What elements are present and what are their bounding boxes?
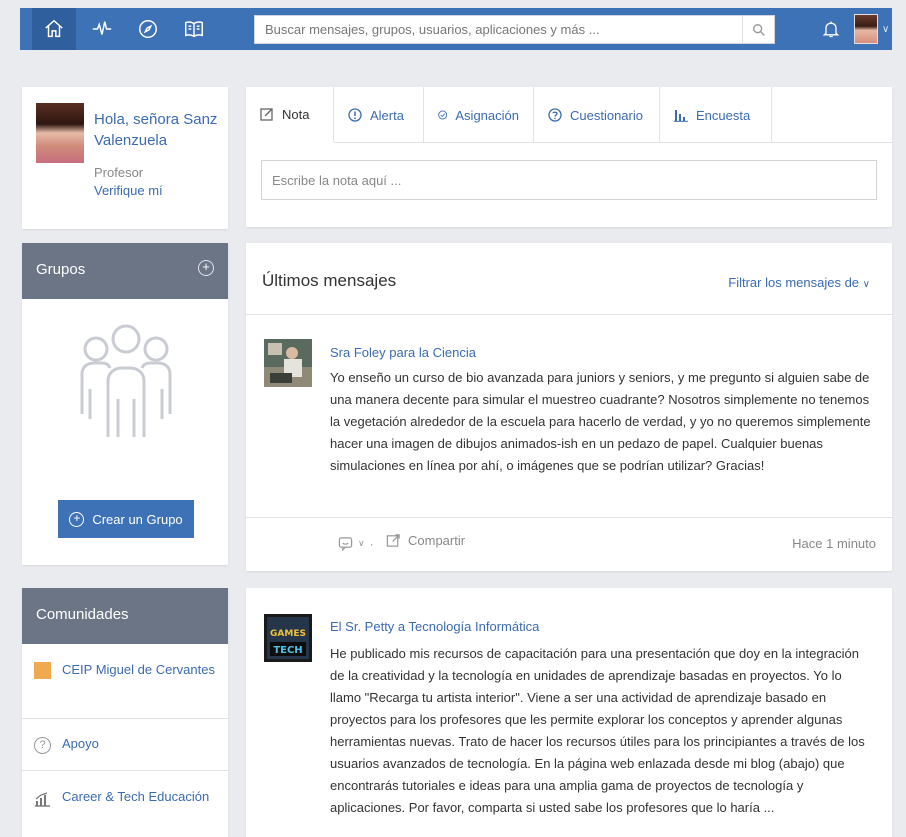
tab-label: Nota [282,106,310,122]
feed-card: Últimos mensajes Filtrar los mensajes de… [246,243,892,571]
profile-card: Hola, señora Sanz Valenzuela Profesor Ve… [22,87,228,229]
community-item-career[interactable]: Career & Tech Educación [22,771,228,837]
add-group-icon[interactable]: + [198,260,214,276]
profile-greeting[interactable]: Hola, señora Sanz Valenzuela [94,109,224,151]
groups-header: Grupos + [22,243,228,299]
share-label: Compartir [408,533,466,548]
verify-link[interactable]: Verifique mí [94,183,163,198]
tab-nota[interactable]: Nota [246,87,334,143]
avatar [854,14,878,44]
groups-card: Grupos + + Crear un Grupo [22,243,228,565]
post-item: GAMES TECH El Sr. Petty a Tecnología Inf… [246,588,892,837]
tab-label: Encuesta [696,107,751,123]
chart-icon [35,792,50,807]
poll-icon [674,110,688,122]
nav-bar: ∨ [20,8,892,50]
chevron-down-icon: ∨ [862,279,870,290]
chevron-down-icon: ∨ [358,538,365,548]
tab-alerta[interactable]: Alerta [334,87,424,143]
top-bar: ∨ [0,0,906,66]
user-menu[interactable]: ∨ [854,13,892,45]
post-composer: Nota Alerta Asignación Cuestionario Encu… [246,87,892,227]
tab-cuestionario[interactable]: Cuestionario [534,87,660,143]
share-button[interactable]: Compartir [386,533,465,548]
post-timestamp: Hace 1 minuto [792,536,876,551]
composer-tabs: Nota Alerta Asignación Cuestionario Encu… [246,87,892,143]
svg-text:TECH: TECH [273,645,302,656]
quiz-icon [548,108,562,122]
feed-filter-label: Filtrar los mensajes de [728,275,860,290]
search-input[interactable] [255,16,743,43]
feed-title: Últimos mensajes [262,271,397,290]
community-label: CEIP Miguel de Cervantes [62,662,215,677]
post-footer: ∨ · Compartir Hace 1 minuto [246,517,892,569]
post-author-avatar[interactable]: GAMES TECH [264,614,312,662]
feed-filter[interactable]: Filtrar los mensajes de ∨ [728,275,870,290]
post-body: He publicado mis recursos de capacitació… [330,646,865,815]
post-body: Yo enseño un curso de bio avanzada para … [330,370,871,473]
activity-icon[interactable] [84,8,120,50]
share-icon [386,534,400,547]
separator-dot: · [369,536,374,551]
tab-label: Alerta [370,107,404,123]
chevron-down-icon: ∨ [882,23,890,35]
post-item: Sra Foley para la Ciencia Yo enseño un c… [246,315,892,571]
react-button[interactable]: ∨ · [338,536,374,551]
tab-asignacion[interactable]: Asignación [424,87,534,143]
community-item-ceip[interactable]: CEIP Miguel de Cervantes [22,644,228,719]
feed-header: Últimos mensajes Filtrar los mensajes de… [246,243,892,315]
tab-encuesta[interactable]: Encuesta [660,87,772,143]
create-group-label: Crear un Grupo [92,511,183,527]
compass-icon[interactable] [130,8,166,50]
alert-icon [348,108,362,122]
search-box [254,15,775,44]
post-author[interactable]: Sra Foley para la Ciencia [330,345,476,360]
bell-icon[interactable] [814,8,848,50]
communities-card: Comunidades CEIP Miguel de Cervantes ? A… [22,588,228,837]
reaction-icon [338,537,353,551]
note-input[interactable] [261,160,877,200]
note-icon [260,108,273,121]
book-icon[interactable] [176,8,212,50]
school-icon [34,662,51,679]
check-icon [438,110,448,120]
plus-icon: + [69,511,85,527]
svg-text:GAMES: GAMES [270,629,306,639]
post-author-avatar[interactable] [264,339,312,387]
home-icon[interactable] [32,8,76,50]
create-group-button[interactable]: + Crear un Grupo [58,500,194,538]
tab-label: Asignación [455,107,519,123]
profile-role: Profesor [94,165,144,180]
profile-avatar[interactable] [36,103,84,163]
question-icon: ? [34,737,51,754]
communities-header: Comunidades [22,588,228,644]
community-item-apoyo[interactable]: ? Apoyo [22,719,228,771]
community-label: Career & Tech Educación [62,789,210,804]
post-author[interactable]: El Sr. Petty a Tecnología Informática [330,619,539,634]
search-icon[interactable] [742,16,774,43]
groups-illustration [80,324,172,437]
tab-label: Cuestionario [570,107,643,123]
groups-title: Grupos [36,261,86,278]
community-label: Apoyo [62,736,99,751]
communities-title: Comunidades [36,606,129,623]
